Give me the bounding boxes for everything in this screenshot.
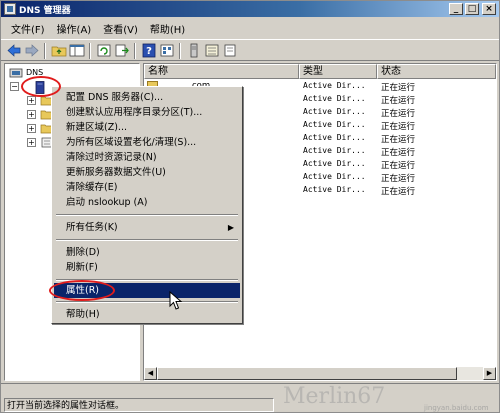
menu-bar: 文件(F) 操作(A) 查看(V) 帮助(H) [1,18,499,38]
show-hide-tree-icon[interactable] [69,43,85,58]
zone-status: 正在运行 [381,122,416,132]
dns-icon [9,68,23,79]
column-header-type[interactable]: 类型 [299,64,377,79]
zone-status: 正在运行 [381,174,416,184]
zone-type: Active Dir... [303,172,366,181]
export-list-icon[interactable] [114,43,130,58]
zone-type: Active Dir... [303,185,366,194]
toolbar: ? [1,39,499,61]
window-title: DNS 管理器 [19,6,71,16]
horizontal-scrollbar[interactable]: ◀ ▶ [144,367,496,380]
menu-item-clear-cache[interactable]: 清除缓存(E) [54,180,240,195]
menu-item-configure-dns-server[interactable]: 配置 DNS 服务器(C)... [54,90,240,105]
maximize-button[interactable]: □ [465,3,479,15]
properties-icon[interactable] [159,43,175,58]
zone-type: Active Dir... [303,133,366,142]
submenu-arrow-icon: ▶ [227,223,234,232]
menu-item-set-aging-scavenging[interactable]: 为所有区域设置老化/清理(S)... [54,135,240,150]
up-folder-icon[interactable] [51,43,67,58]
refresh-icon[interactable] [96,43,112,58]
menu-item-refresh[interactable]: 刷新(F) [54,260,240,275]
scroll-left-button[interactable]: ◀ [144,367,157,380]
status-bar: 打开当前选择的属性对话框。 Merlin67 jingyan.baidu.com [1,383,499,412]
record-icon[interactable] [222,43,238,58]
scroll-thumb[interactable] [157,367,457,380]
annotation-circle-properties [49,280,115,301]
expand-toggle[interactable]: + [27,110,36,119]
dns-manager-window: DNS 管理器 _ □ × 文件(F) 操作(A) 查看(V) 帮助(H) ? … [0,0,500,413]
mouse-cursor-icon [169,291,183,310]
zone-status: 正在运行 [381,96,416,106]
zone-status: 正在运行 [381,161,416,171]
zone-status: 正在运行 [381,187,416,197]
menu-item-create-default-partitions[interactable]: 创建默认应用程序目录分区(T)... [54,105,240,120]
zone-type: Active Dir... [303,107,366,116]
zone-status: 正在运行 [381,135,416,145]
menu-view[interactable]: 查看(V) [97,21,144,36]
menu-separator [56,214,238,216]
help-icon[interactable]: ? [141,43,157,58]
menu-help[interactable]: 帮助(H) [144,21,191,36]
status-text: 打开当前选择的属性对话框。 [4,398,274,412]
menu-item-delete[interactable]: 删除(D) [54,245,240,260]
menu-item-help[interactable]: 帮助(H) [54,307,240,322]
dns-app-icon [4,3,16,15]
back-icon[interactable] [6,43,22,58]
scroll-right-button[interactable]: ▶ [483,367,496,380]
expand-toggle[interactable]: + [27,138,36,147]
minimize-button[interactable]: _ [449,3,463,15]
zone-status: 正在运行 [381,109,416,119]
zone-status: 正在运行 [381,83,416,93]
zone-type: Active Dir... [303,120,366,129]
annotation-circle-server [21,76,61,97]
forward-icon[interactable] [24,43,40,58]
zone-type: Active Dir... [303,94,366,103]
menu-item-all-tasks[interactable]: 所有任务(K) ▶ [54,220,240,235]
zone-status: 正在运行 [381,148,416,158]
close-button[interactable]: × [482,3,496,15]
server-icon[interactable] [186,43,202,58]
svg-text:?: ? [146,46,152,57]
collapse-toggle[interactable]: − [10,82,19,91]
menu-item-new-zone[interactable]: 新建区域(Z)... [54,120,240,135]
menu-item-launch-nslookup[interactable]: 启动 nslookup (A) [54,195,240,210]
menu-item-all-tasks-label: 所有任务(K) [66,222,118,233]
menu-action[interactable]: 操作(A) [51,21,98,36]
menu-file[interactable]: 文件(F) [5,21,51,36]
zone-type: Active Dir... [303,81,366,90]
list-header: 名称 类型 状态 [144,64,496,79]
menu-separator [56,301,238,303]
column-header-name[interactable]: 名称 [144,64,299,79]
zone-type: Active Dir... [303,146,366,155]
zone-type: Active Dir... [303,159,366,168]
watermark-url: jingyan.baidu.com [424,404,489,412]
expand-toggle[interactable]: + [27,124,36,133]
watermark: Merlin67 [283,384,386,409]
menu-item-update-server-data-files[interactable]: 更新服务器数据文件(U) [54,165,240,180]
expand-toggle[interactable]: + [27,96,36,105]
menu-item-scavenge-stale-records[interactable]: 清除过时资源记录(N) [54,150,240,165]
menu-separator [56,239,238,241]
column-header-status[interactable]: 状态 [377,64,496,79]
title-bar[interactable]: DNS 管理器 _ □ × [1,1,499,17]
zone-icon[interactable] [204,43,220,58]
